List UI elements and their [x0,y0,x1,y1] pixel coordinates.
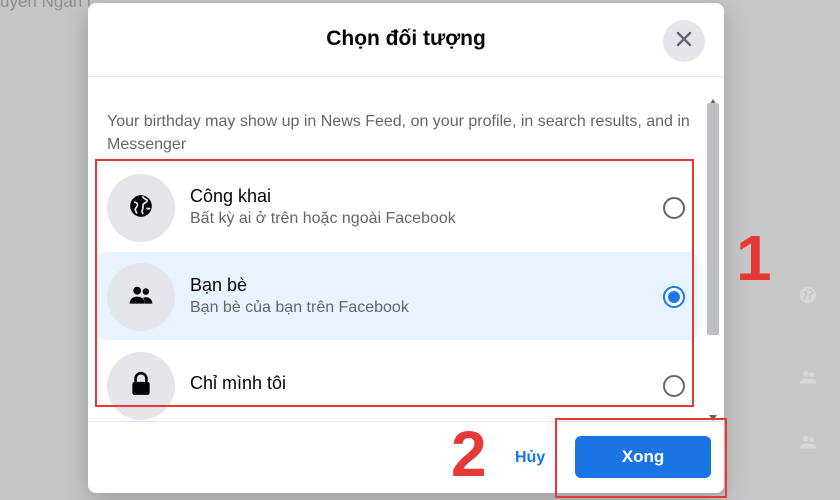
friends-icon [798,432,818,452]
close-icon [674,29,694,54]
friends-icon [798,367,818,387]
audience-description: Your birthday may show up in News Feed, … [107,113,690,153]
scrollbar[interactable] [706,93,720,421]
scroll-up-arrow-icon[interactable] [708,93,718,105]
close-button[interactable] [663,20,705,62]
step-number-1: 1 [736,222,772,294]
highlight-box-options [95,159,694,407]
cancel-button[interactable]: Hủy [515,449,545,467]
highlight-box-done [555,418,727,498]
scroll-down-arrow-icon[interactable] [708,409,718,421]
scrollbar-thumb[interactable] [707,103,719,335]
step-number-2: 2 [451,418,487,490]
globe-icon [798,285,818,305]
dialog-title: Chọn đối tượng [326,27,486,50]
dialog-header: Chọn đối tượng [88,3,724,77]
